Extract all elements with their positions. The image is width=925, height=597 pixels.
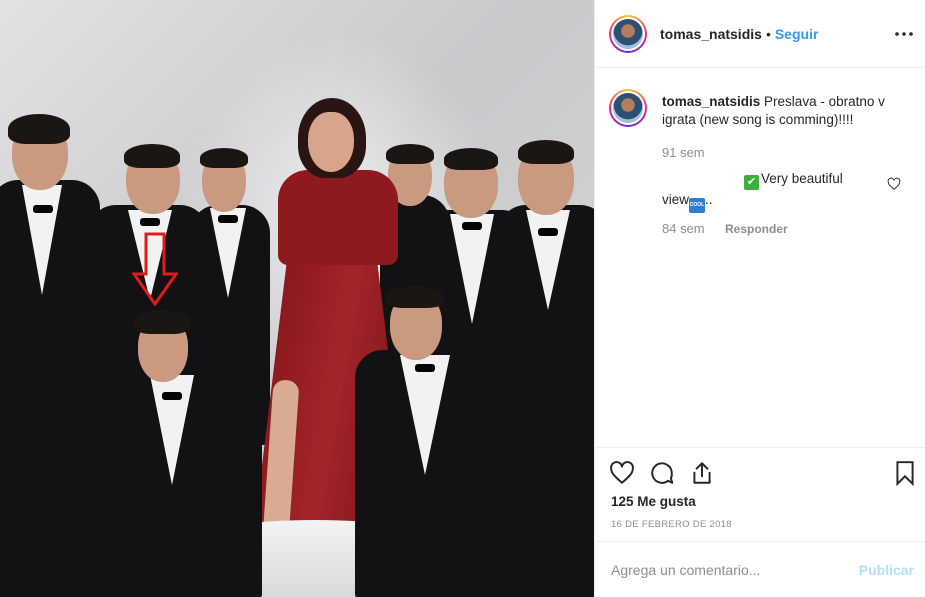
comment-input[interactable] [611,558,841,582]
comments-section[interactable]: tomas_natsidis Preslava - obratno v igra… [595,69,925,447]
reply-button[interactable]: Responder [725,222,788,236]
header-username[interactable]: tomas_natsidis [660,26,762,42]
comment-text-line1: Very beautiful [761,171,843,186]
share-icon[interactable] [689,460,715,486]
header-separator: • [765,25,771,42]
post-header: tomas_natsidis • Seguir [595,0,925,68]
add-comment-bar: Publicar [595,541,925,597]
post-sidebar: tomas_natsidis • Seguir tomas_natsidis P… [594,0,925,597]
post-photo[interactable] [0,0,594,597]
caption-text: tomas_natsidis Preslava - obratno v igra… [662,93,902,129]
bookmark-icon[interactable] [892,460,918,486]
cool-emoji-icon: COOL [689,198,706,213]
post-date[interactable]: 16 DE FEBRERO DE 2018 [611,519,732,530]
annotation-arrow-icon [132,232,178,306]
action-bar [595,447,925,497]
caption-username[interactable]: tomas_natsidis [662,94,760,109]
publish-button[interactable]: Publicar [859,562,914,578]
comment-text-line2: view [662,192,690,207]
caption-timestamp[interactable]: 91 sem [662,145,705,160]
more-options-icon[interactable] [892,22,916,46]
comment-icon[interactable] [649,460,675,486]
follow-button[interactable]: Seguir [775,26,819,42]
like-heart-icon[interactable] [609,460,635,486]
comment-timestamp[interactable]: 84 sem [662,221,705,236]
likes-count[interactable]: 125 Me gusta [611,494,696,509]
caption-avatar[interactable] [609,89,647,127]
avatar[interactable] [609,14,647,53]
check-mark-emoji-icon: ✔ [744,175,759,190]
comment-item: ✔ Very beautiful viewCOOL.. [662,169,872,213]
comment-text-suffix: .. [705,192,713,207]
comment-like-heart-icon[interactable] [887,177,901,191]
